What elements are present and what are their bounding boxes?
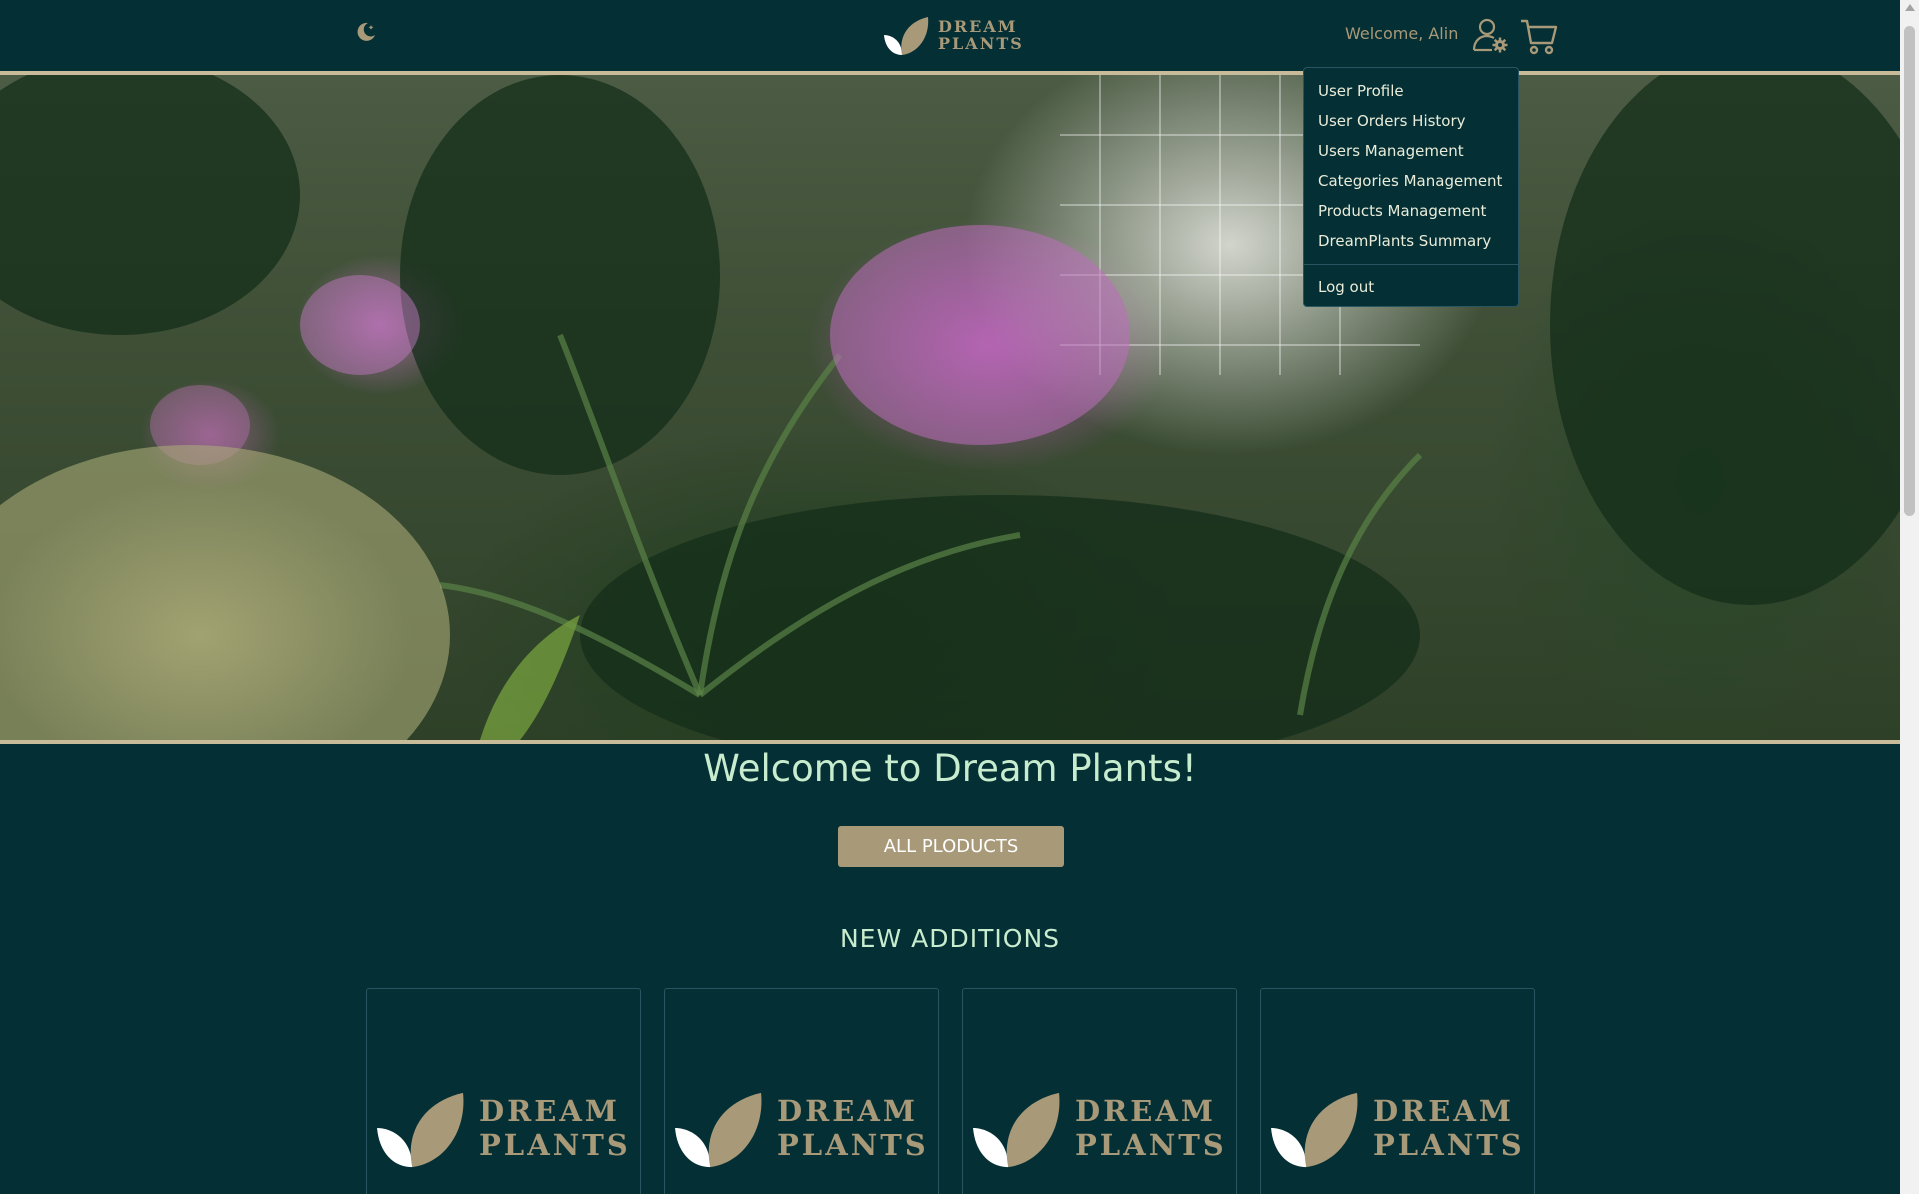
leaf-logo-icon — [1271, 1092, 1358, 1168]
all-products-button[interactable]: ALL PLODUCTS — [838, 826, 1064, 867]
scrollbar-thumb[interactable] — [1904, 26, 1915, 516]
menu-item-user-profile[interactable]: User Profile — [1304, 76, 1518, 106]
user-dropdown-menu: User Profile User Orders History Users M… — [1303, 67, 1519, 307]
cart-icon[interactable] — [1519, 16, 1559, 56]
product-card[interactable]: DREAM PLANTS — [962, 988, 1237, 1194]
product-card[interactable]: DREAM PLANTS — [1260, 988, 1535, 1194]
page: DREAM PLANTS Welcome, Alin User Profile … — [0, 0, 1919, 1194]
leaf-logo-icon — [884, 17, 929, 55]
product-card[interactable]: DREAM PLANTS — [366, 988, 641, 1194]
placeholder-line-1: DREAM — [1373, 1094, 1514, 1128]
menu-item-products-management[interactable]: Products Management — [1304, 196, 1518, 226]
placeholder-line-2: PLANTS — [1373, 1128, 1525, 1162]
scroll-up-arrow-icon[interactable] — [1905, 4, 1915, 11]
brand-logo[interactable]: DREAM PLANTS — [882, 12, 1024, 58]
section-title: NEW ADDITIONS — [839, 924, 1061, 953]
placeholder-brand-name: DREAM PLANTS — [1075, 1094, 1227, 1162]
product-card[interactable]: DREAM PLANTS — [664, 988, 939, 1194]
placeholder-line-2: PLANTS — [777, 1128, 929, 1162]
moon-icon[interactable] — [354, 20, 378, 44]
page-title: Welcome to Dream Plants! — [703, 747, 1197, 790]
product-image-placeholder: DREAM PLANTS — [671, 1085, 929, 1171]
welcome-text: Welcome, Alin — [1345, 24, 1459, 43]
product-image-placeholder: DREAM PLANTS — [373, 1085, 631, 1171]
placeholder-line-1: DREAM — [479, 1094, 620, 1128]
user-settings-icon[interactable] — [1471, 16, 1509, 54]
menu-item-users-management[interactable]: Users Management — [1304, 136, 1518, 166]
menu-divider — [1304, 264, 1518, 265]
placeholder-line-1: DREAM — [777, 1094, 918, 1128]
leaf-logo-icon — [377, 1092, 464, 1168]
placeholder-line-1: DREAM — [1075, 1094, 1216, 1128]
hero-image — [0, 71, 1900, 744]
menu-item-summary[interactable]: DreamPlants Summary — [1304, 226, 1518, 256]
placeholder-brand-name: DREAM PLANTS — [479, 1094, 631, 1162]
placeholder-brand-name: DREAM PLANTS — [1373, 1094, 1525, 1162]
product-image-placeholder: DREAM PLANTS — [1267, 1085, 1525, 1171]
menu-item-logout[interactable]: Log out — [1304, 272, 1518, 302]
vertical-scrollbar[interactable] — [1900, 0, 1919, 1194]
brand-line-1: DREAM — [938, 17, 1018, 36]
leaf-logo-icon — [973, 1092, 1060, 1168]
leaf-logo-icon — [675, 1092, 762, 1168]
brand-name: DREAM PLANTS — [938, 18, 1024, 52]
product-image-placeholder: DREAM PLANTS — [969, 1085, 1227, 1171]
top-navbar: DREAM PLANTS Welcome, Alin — [0, 0, 1900, 71]
menu-item-orders-history[interactable]: User Orders History — [1304, 106, 1518, 136]
placeholder-line-2: PLANTS — [1075, 1128, 1227, 1162]
greenhouse-photo — [0, 75, 1900, 740]
placeholder-brand-name: DREAM PLANTS — [777, 1094, 929, 1162]
placeholder-line-2: PLANTS — [479, 1128, 631, 1162]
menu-item-categories-management[interactable]: Categories Management — [1304, 166, 1518, 196]
brand-line-2: PLANTS — [938, 34, 1024, 53]
